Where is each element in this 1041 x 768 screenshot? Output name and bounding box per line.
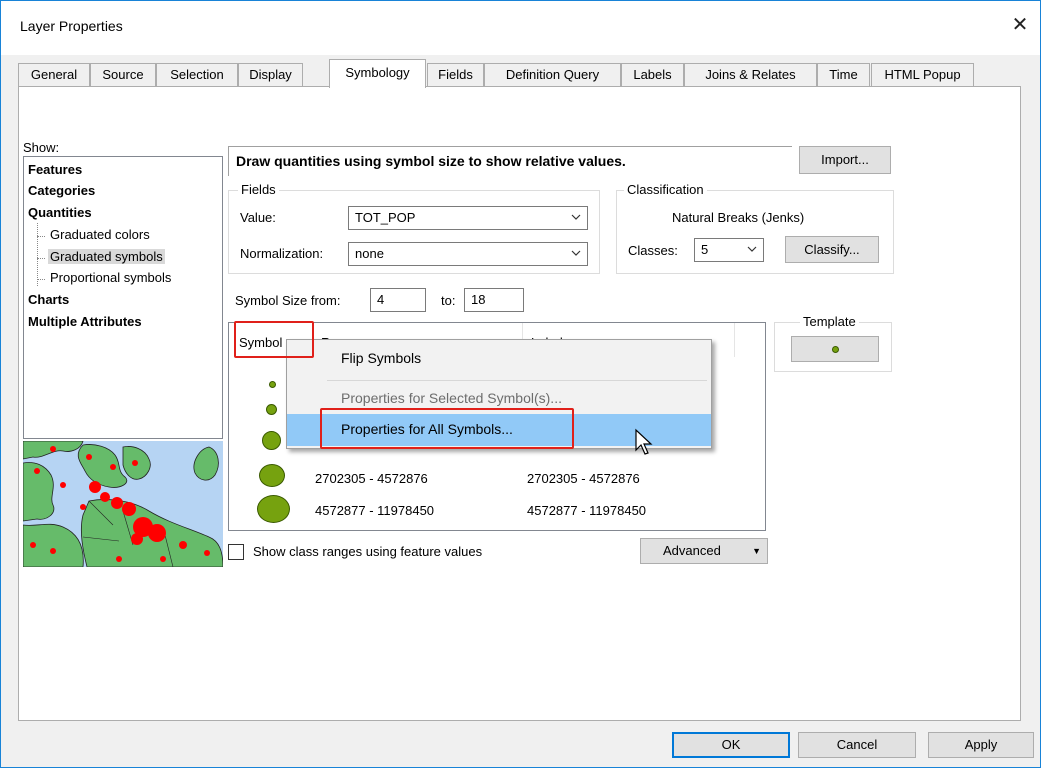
show-tree[interactable]: Features Categories Quantities Graduated…	[23, 156, 223, 439]
cancel-button[interactable]: Cancel	[798, 732, 916, 758]
menu-item-flip-symbols[interactable]: Flip Symbols	[287, 343, 711, 375]
row-4-range: 2702305 - 4572876	[315, 471, 428, 486]
symbol-size-to-label: to:	[441, 293, 456, 308]
symbol-size-from-input[interactable]: 4	[370, 288, 426, 312]
show-class-ranges-checkbox[interactable]	[228, 544, 244, 560]
tab-symbology[interactable]: Symbology	[329, 59, 426, 88]
class-symbol-5[interactable]	[257, 495, 290, 523]
dropdown-arrow-icon: ▼	[752, 546, 761, 556]
annotation-highlight-menu-item	[320, 408, 574, 449]
tree-item-charts[interactable]: Charts	[28, 292, 69, 307]
tree-item-quantities[interactable]: Quantities	[28, 205, 92, 220]
tab-joins-relates[interactable]: Joins & Relates	[684, 63, 817, 87]
import-button[interactable]: Import...	[799, 146, 891, 174]
chevron-down-icon	[571, 250, 581, 256]
tree-connector	[37, 223, 38, 286]
tab-general[interactable]: General	[18, 63, 90, 87]
class-symbol-1[interactable]	[269, 381, 276, 388]
tree-item-graduated-symbols[interactable]: Graduated symbols	[48, 249, 165, 264]
class-symbol-2[interactable]	[266, 404, 277, 415]
title-bar[interactable]	[1, 1, 1040, 55]
tab-definition-query[interactable]: Definition Query	[484, 63, 621, 87]
advanced-button[interactable]: Advanced ▼	[640, 538, 768, 564]
tab-selection[interactable]: Selection	[156, 63, 238, 87]
window-title: Layer Properties	[20, 18, 123, 34]
classification-group-title: Classification	[624, 182, 707, 197]
tab-display[interactable]: Display	[238, 63, 303, 87]
class-symbol-3[interactable]	[262, 431, 281, 450]
template-symbol-swatch	[832, 346, 839, 353]
row-5-label: 4572877 - 11978450	[527, 503, 647, 518]
template-symbol-button[interactable]	[791, 336, 879, 362]
chevron-down-icon	[571, 214, 581, 220]
apply-button[interactable]: Apply	[928, 732, 1034, 758]
value-label: Value:	[240, 210, 276, 225]
tree-connector	[37, 279, 45, 280]
tree-item-graduated-colors[interactable]: Graduated colors	[48, 227, 152, 242]
tree-item-features[interactable]: Features	[28, 162, 82, 177]
normalization-selected: none	[355, 246, 384, 261]
tree-item-proportional-symbols[interactable]: Proportional symbols	[48, 270, 173, 285]
classes-dropdown[interactable]: 5	[694, 238, 764, 262]
classes-label: Classes:	[628, 243, 678, 258]
cursor-icon	[635, 428, 653, 455]
tree-connector	[37, 258, 45, 259]
tree-connector	[37, 236, 45, 237]
classify-button[interactable]: Classify...	[785, 236, 879, 263]
template-title: Template	[800, 314, 859, 329]
advanced-button-label: Advanced	[663, 543, 721, 558]
tab-fields[interactable]: Fields	[427, 63, 484, 87]
symbol-size-to-input[interactable]: 18	[464, 288, 524, 312]
close-icon[interactable]: ✕	[1007, 12, 1033, 38]
show-label: Show:	[23, 140, 60, 155]
normalization-dropdown[interactable]: none	[348, 242, 588, 266]
classes-selected: 5	[701, 242, 709, 257]
map-preview-graphic	[23, 441, 223, 567]
chevron-down-icon	[747, 246, 757, 252]
tab-source[interactable]: Source	[90, 63, 156, 87]
ok-button[interactable]: OK	[672, 732, 790, 758]
normalization-label: Normalization:	[240, 246, 324, 261]
tab-html-popup[interactable]: HTML Popup	[871, 63, 974, 87]
symbol-size-from-label: Symbol Size from:	[235, 293, 341, 308]
column-divider	[734, 323, 735, 357]
classification-method: Natural Breaks (Jenks)	[672, 210, 805, 225]
description-text: Draw quantities using symbol size to sho…	[236, 153, 626, 169]
show-class-ranges-label: Show class ranges using feature values	[253, 544, 483, 559]
row-4-label: 2702305 - 4572876	[527, 471, 640, 486]
value-dropdown[interactable]: TOT_POP	[348, 206, 588, 230]
value-selected: TOT_POP	[355, 210, 416, 225]
annotation-highlight-symbol-header	[234, 321, 314, 358]
row-5-range: 4572877 - 11978450	[315, 503, 435, 518]
fields-group-title: Fields	[238, 182, 279, 197]
tree-item-multiple-attributes[interactable]: Multiple Attributes	[28, 314, 142, 329]
menu-separator	[327, 380, 707, 381]
tab-labels[interactable]: Labels	[621, 63, 684, 87]
tab-time[interactable]: Time	[817, 63, 870, 87]
map-preview-image	[23, 441, 223, 567]
tree-item-categories[interactable]: Categories	[28, 183, 95, 198]
class-symbol-4[interactable]	[259, 464, 285, 487]
